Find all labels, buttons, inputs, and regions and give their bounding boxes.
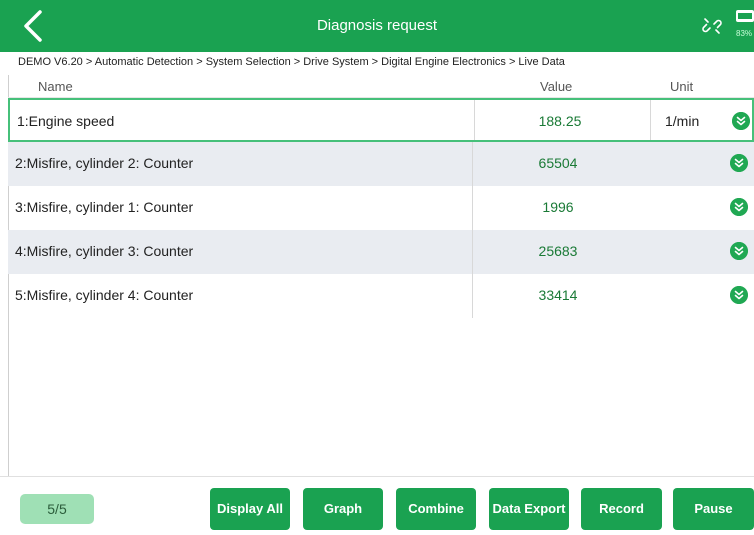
row-value: 33414 (538, 287, 578, 303)
expand-chevron-icon[interactable] (730, 154, 748, 172)
row-name: 2:Misfire, cylinder 2: Counter (15, 155, 194, 171)
pause-button[interactable]: Pause (673, 488, 754, 530)
row-unit: 1/min (665, 113, 700, 129)
column-header-value: Value (540, 79, 573, 94)
battery-percent: 83% (736, 29, 753, 38)
row-name: 1:Engine speed (17, 113, 115, 129)
combine-button[interactable]: Combine (396, 488, 476, 530)
page-title: Diagnosis request (316, 17, 438, 34)
table-header: Name Value Unit (8, 75, 754, 98)
row-value: 25683 (538, 243, 578, 259)
data-export-button[interactable]: Data Export (489, 488, 569, 530)
table-row[interactable]: 1:Engine speed 188.25 1/min (8, 98, 754, 142)
table-row[interactable]: 5:Misfire, cylinder 4: Counter 33414 (8, 274, 754, 318)
column-divider (650, 100, 651, 140)
expand-chevron-icon[interactable] (732, 112, 750, 130)
expand-chevron-icon[interactable] (730, 242, 748, 260)
row-value: 65504 (538, 155, 578, 171)
row-name: 5:Misfire, cylinder 4: Counter (15, 287, 194, 303)
record-button[interactable]: Record (581, 488, 662, 530)
column-header-name: Name (38, 79, 73, 94)
row-value: 188.25 (538, 113, 582, 129)
row-name: 3:Misfire, cylinder 1: Counter (15, 199, 194, 215)
table-row[interactable]: 3:Misfire, cylinder 1: Counter 1996 (8, 186, 754, 230)
graph-button[interactable]: Graph (303, 488, 383, 530)
table-row[interactable]: 2:Misfire, cylinder 2: Counter 65504 (8, 142, 754, 186)
expand-chevron-icon[interactable] (730, 198, 748, 216)
table-row[interactable]: 4:Misfire, cylinder 3: Counter 25683 (8, 230, 754, 274)
breadcrumb: DEMO V6.20 > Automatic Detection > Syste… (18, 56, 565, 68)
live-data-table: Name Value Unit 1:Engine speed 188.25 1/… (8, 75, 754, 318)
expand-chevron-icon[interactable] (730, 286, 748, 304)
row-value: 1996 (542, 199, 574, 215)
row-name: 4:Misfire, cylinder 3: Counter (15, 243, 194, 259)
link-broken-icon[interactable] (702, 16, 722, 36)
display-all-button[interactable]: Display All (210, 488, 290, 530)
battery-icon (736, 10, 754, 22)
column-header-unit: Unit (670, 79, 694, 94)
page-indicator: 5/5 (20, 494, 94, 524)
